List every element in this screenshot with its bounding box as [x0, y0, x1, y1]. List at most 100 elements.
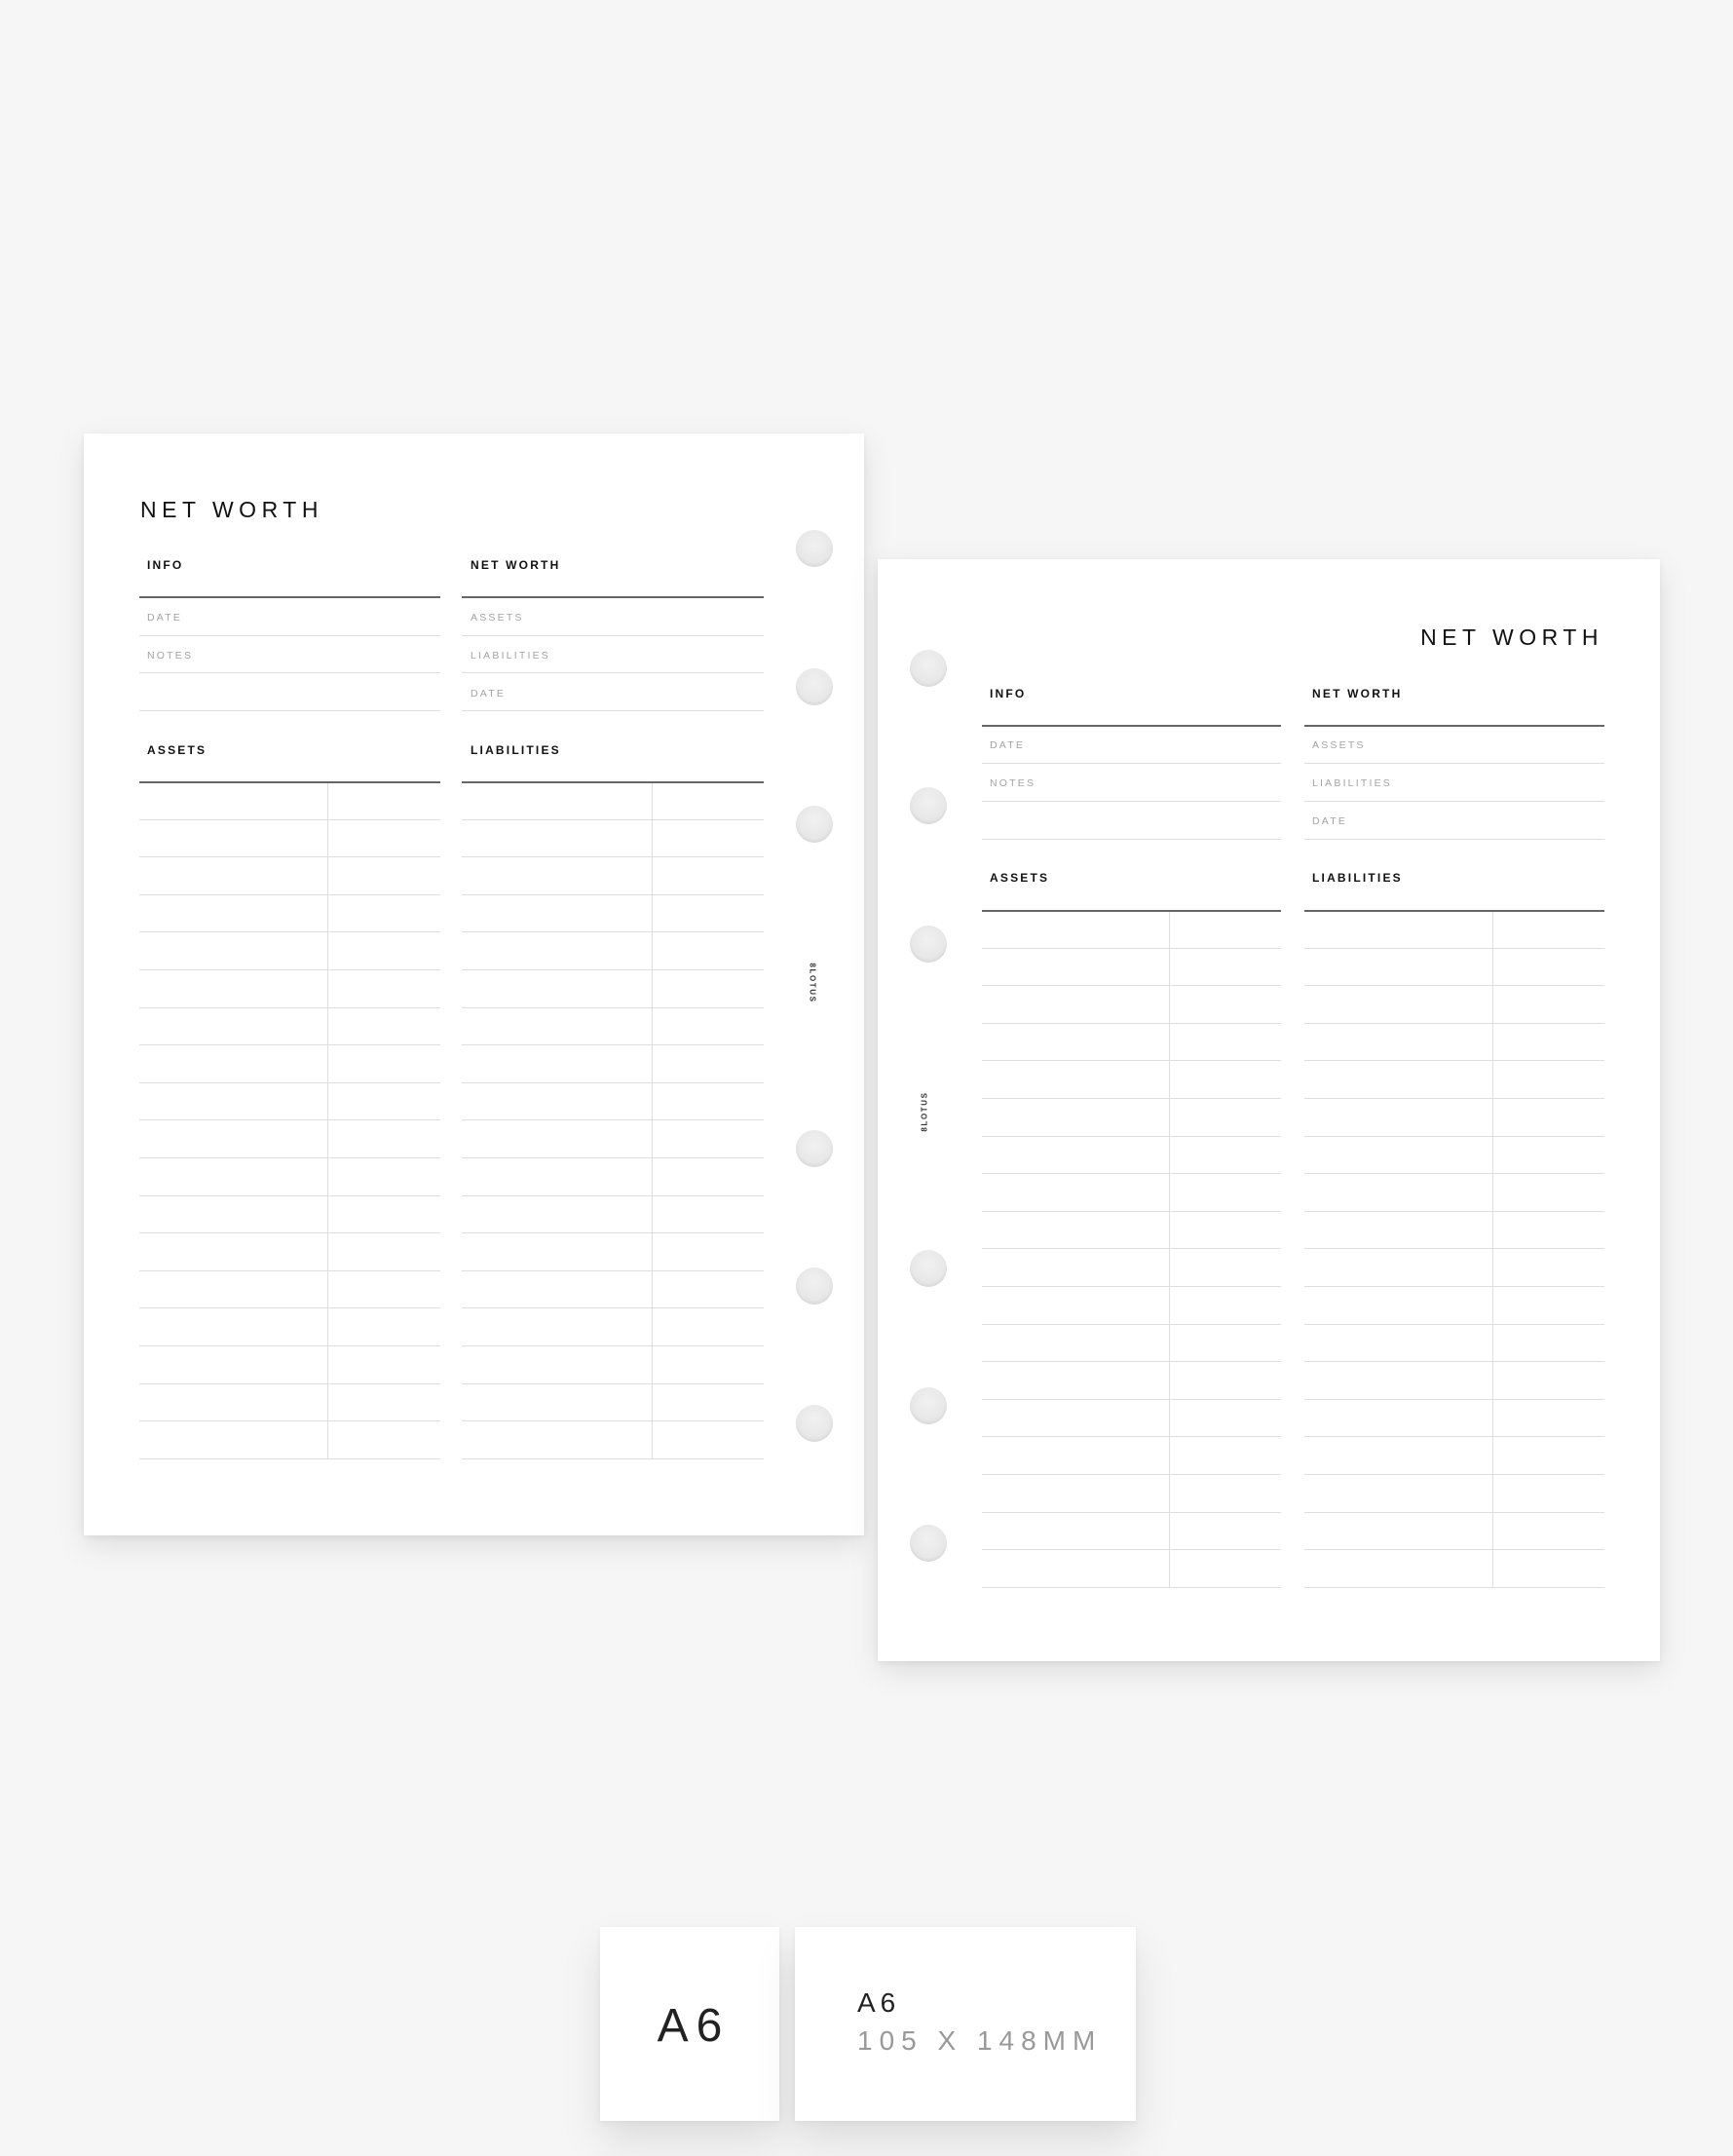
table-row[interactable] [1304, 1436, 1604, 1438]
table-row[interactable] [982, 1398, 1281, 1400]
table-row[interactable] [982, 1060, 1281, 1062]
net-worth-liabilities-field[interactable] [1304, 801, 1604, 802]
table-row[interactable] [982, 1586, 1281, 1588]
table-row[interactable] [139, 1457, 440, 1459]
size-label: A6 [657, 2000, 731, 2052]
table-row[interactable] [462, 818, 764, 820]
table-row[interactable] [1304, 1248, 1604, 1250]
net-worth-date-field[interactable] [462, 710, 764, 711]
table-row[interactable] [1304, 1210, 1604, 1212]
table-row[interactable] [139, 1420, 440, 1422]
table-row[interactable] [1304, 1286, 1604, 1287]
table-row[interactable] [982, 1474, 1281, 1475]
info-date-field[interactable] [982, 763, 1281, 764]
table-header-rule [462, 781, 764, 783]
net-worth-heading: NET WORTH [471, 558, 561, 572]
table-row[interactable] [462, 1232, 764, 1234]
table-row[interactable] [982, 1210, 1281, 1212]
net-worth-assets-field[interactable] [1304, 763, 1604, 764]
table-row[interactable] [982, 1549, 1281, 1551]
table-row[interactable] [982, 1511, 1281, 1513]
table-row[interactable] [982, 947, 1281, 949]
table-row[interactable] [462, 856, 764, 858]
table-row[interactable] [982, 1248, 1281, 1250]
table-row[interactable] [139, 1081, 440, 1083]
table-row[interactable] [139, 856, 440, 858]
table-row[interactable] [462, 931, 764, 933]
table-row[interactable] [462, 1194, 764, 1196]
table-row[interactable] [1304, 1586, 1604, 1588]
punch-hole [796, 668, 833, 705]
table-row[interactable] [462, 1044, 764, 1046]
table-row[interactable] [139, 931, 440, 933]
info-notes-field[interactable] [139, 672, 440, 673]
table-row[interactable] [1304, 947, 1604, 949]
table-row[interactable] [982, 1022, 1281, 1024]
page-title: NET WORTH [140, 497, 323, 522]
table-row[interactable] [139, 1382, 440, 1384]
table-row[interactable] [139, 1157, 440, 1158]
table-row[interactable] [1304, 985, 1604, 987]
liabilities-table[interactable] [462, 781, 764, 1459]
assets-table[interactable] [982, 910, 1281, 1588]
table-row[interactable] [139, 1307, 440, 1309]
net-worth-liabilities-field[interactable] [462, 672, 764, 673]
assets-heading: ASSETS [990, 871, 1050, 885]
table-row[interactable] [982, 1286, 1281, 1287]
table-row[interactable] [982, 1436, 1281, 1438]
info-date-field[interactable] [139, 635, 440, 636]
table-row[interactable] [982, 1173, 1281, 1175]
table-row[interactable] [462, 1345, 764, 1346]
table-row[interactable] [982, 985, 1281, 987]
table-row[interactable] [462, 1157, 764, 1158]
table-row[interactable] [1304, 1511, 1604, 1513]
net-worth-date-field[interactable] [1304, 839, 1604, 840]
table-row[interactable] [139, 969, 440, 970]
table-row[interactable] [1304, 1098, 1604, 1099]
table-row[interactable] [462, 1119, 764, 1121]
table-row[interactable] [982, 1361, 1281, 1363]
table-row[interactable] [139, 1044, 440, 1046]
table-row[interactable] [1304, 1022, 1604, 1024]
column-divider [327, 783, 328, 1458]
table-row[interactable] [139, 1232, 440, 1234]
table-row[interactable] [1304, 1398, 1604, 1400]
table-row[interactable] [1304, 1323, 1604, 1325]
table-row[interactable] [1304, 1135, 1604, 1137]
table-row[interactable] [982, 1098, 1281, 1099]
liabilities-heading: LIABILITIES [1312, 871, 1403, 885]
info-blank-field[interactable] [139, 710, 440, 711]
table-row[interactable] [462, 1420, 764, 1422]
table-row[interactable] [139, 1194, 440, 1196]
table-row[interactable] [139, 1345, 440, 1346]
assets-table[interactable] [139, 781, 440, 1459]
info-notes-label: NOTES [990, 777, 1036, 789]
table-row[interactable] [462, 1081, 764, 1083]
table-row[interactable] [462, 1006, 764, 1008]
table-row[interactable] [1304, 1361, 1604, 1363]
table-row[interactable] [462, 969, 764, 970]
table-row[interactable] [462, 1307, 764, 1309]
liabilities-table[interactable] [1304, 910, 1604, 1588]
table-row[interactable] [1304, 1060, 1604, 1062]
table-row[interactable] [462, 1457, 764, 1459]
table-row[interactable] [139, 818, 440, 820]
table-row[interactable] [139, 1006, 440, 1008]
table-row[interactable] [139, 1269, 440, 1271]
info-notes-field[interactable] [982, 801, 1281, 802]
table-row[interactable] [139, 893, 440, 895]
page-title: NET WORTH [1420, 624, 1603, 650]
info-blank-field[interactable] [982, 839, 1281, 840]
table-row[interactable] [462, 1382, 764, 1384]
table-row[interactable] [1304, 1474, 1604, 1475]
table-row[interactable] [139, 1119, 440, 1121]
table-row[interactable] [462, 893, 764, 895]
table-row[interactable] [462, 1269, 764, 1271]
table-row[interactable] [982, 1135, 1281, 1137]
net-worth-assets-field[interactable] [462, 635, 764, 636]
table-row[interactable] [1304, 1173, 1604, 1175]
table-row[interactable] [982, 1323, 1281, 1325]
table-row[interactable] [1304, 1549, 1604, 1551]
net-worth-date-label: DATE [471, 688, 507, 700]
net-worth-heading: NET WORTH [1312, 687, 1403, 700]
